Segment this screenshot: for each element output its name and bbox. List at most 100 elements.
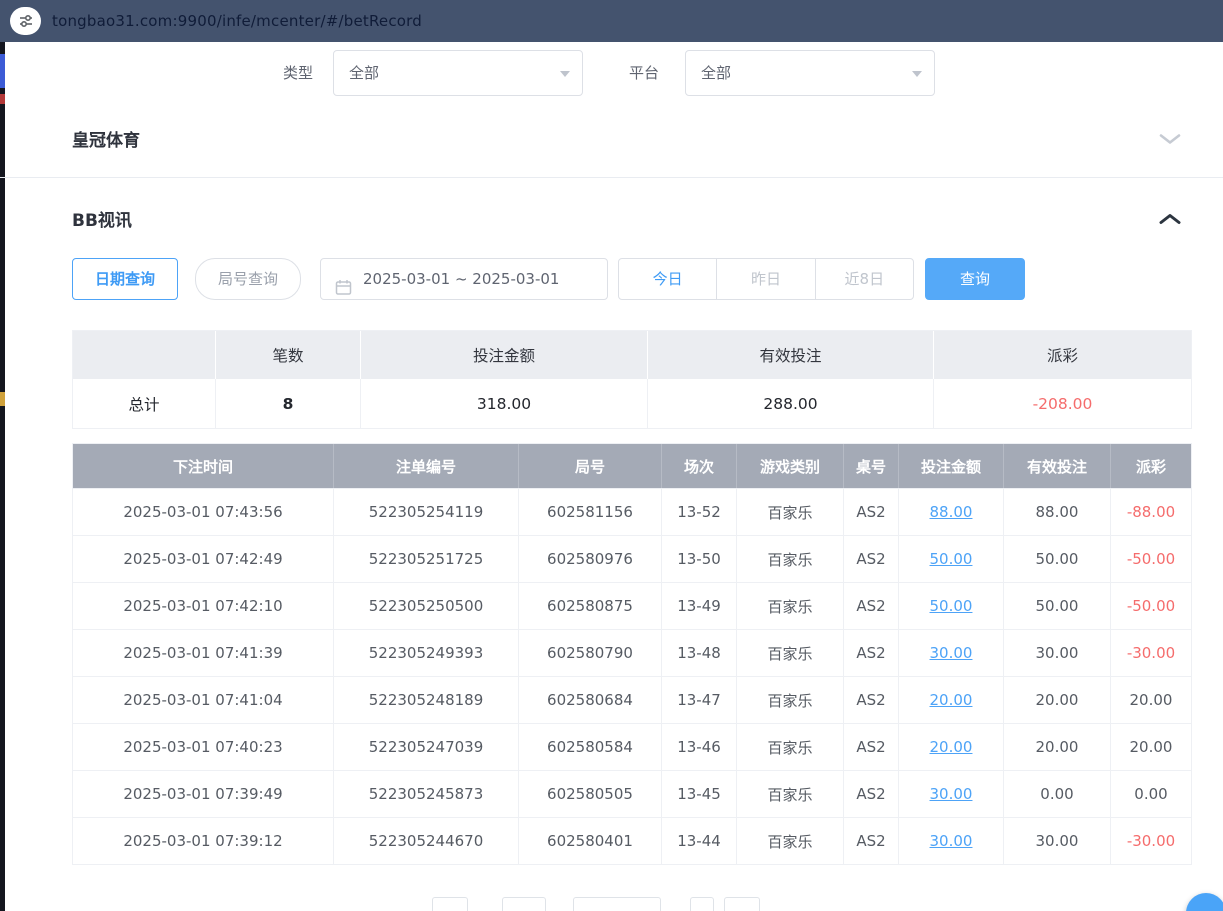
cell-table-no: AS2: [844, 536, 899, 582]
background-app-edge: [0, 42, 5, 911]
edge-speck: [0, 94, 5, 104]
cell-bet-amount-link[interactable]: 88.00: [899, 489, 1004, 535]
cell-table-no: AS2: [844, 771, 899, 817]
site-info-pill[interactable]: [10, 7, 41, 35]
cell-valid-bet: 30.00: [1004, 630, 1111, 676]
summary-total-label: 总计: [73, 379, 216, 428]
date-query-button[interactable]: 日期查询: [72, 258, 178, 300]
cell-game-type: 百家乐: [737, 771, 844, 817]
cell-session: 13-45: [662, 771, 737, 817]
cell-round-no: 602580401: [519, 818, 662, 864]
section-bb-video[interactable]: BB视讯: [72, 206, 132, 231]
cell-round-no: 602581156: [519, 489, 662, 535]
round-query-button[interactable]: 局号查询: [195, 258, 301, 300]
cell-valid-bet: 0.00: [1004, 771, 1111, 817]
col-header-game-type: 游戏类别: [737, 444, 844, 488]
platform-filter-label: 平台: [629, 50, 659, 96]
yesterday-button[interactable]: 昨日: [716, 259, 814, 299]
cell-bet-amount-link[interactable]: 50.00: [899, 583, 1004, 629]
cell-round-no: 602580505: [519, 771, 662, 817]
cell-round-no: 602580684: [519, 677, 662, 723]
cell-game-type: 百家乐: [737, 583, 844, 629]
summary-total-row: 总计 8 318.00 288.00 -208.00: [73, 379, 1191, 428]
pagination-page-button[interactable]: [502, 897, 546, 911]
cell-game-type: 百家乐: [737, 489, 844, 535]
platform-select[interactable]: 全部: [685, 50, 935, 96]
cell-order-no: 522305245873: [334, 771, 519, 817]
cell-table-no: AS2: [844, 818, 899, 864]
cell-table-no: AS2: [844, 630, 899, 676]
cell-order-no: 522305250500: [334, 583, 519, 629]
floating-action-button[interactable]: [1186, 893, 1223, 911]
summary-col-header: 笔数: [216, 331, 361, 379]
bet-table-header-row: 下注时间 注单编号 局号 场次 游戏类别 桌号 投注金额 有效投注 派彩: [73, 444, 1191, 488]
cell-bet-time: 2025-03-01 07:42:10: [73, 583, 334, 629]
cell-bet-amount-link[interactable]: 30.00: [899, 818, 1004, 864]
chevron-up-icon[interactable]: [1159, 210, 1181, 229]
summary-count-value: 8: [216, 379, 361, 428]
cell-order-no: 522305244670: [334, 818, 519, 864]
caret-down-icon: [912, 71, 922, 82]
col-header-session: 场次: [662, 444, 737, 488]
cell-bet-amount-link[interactable]: 30.00: [899, 771, 1004, 817]
cell-payout: -30.00: [1111, 818, 1191, 864]
screen: tongbao31.com:9900/infe/mcenter/#/betRec…: [0, 0, 1223, 911]
cell-order-no: 522305251725: [334, 536, 519, 582]
pagination-prev-button[interactable]: [432, 897, 468, 911]
quick-date-button-group: 今日 昨日 近8日: [618, 258, 914, 300]
pagination-jump-input[interactable]: [724, 897, 760, 911]
cell-bet-amount-link[interactable]: 20.00: [899, 724, 1004, 770]
cell-order-no: 522305254119: [334, 489, 519, 535]
cell-valid-bet: 50.00: [1004, 583, 1111, 629]
chevron-down-icon[interactable]: [1159, 130, 1181, 149]
cell-payout: 20.00: [1111, 677, 1191, 723]
col-header-round-no: 局号: [519, 444, 662, 488]
summary-bet-amount-value: 318.00: [361, 379, 648, 428]
cell-bet-amount-link[interactable]: 50.00: [899, 536, 1004, 582]
cell-bet-amount-link[interactable]: 20.00: [899, 677, 1004, 723]
cell-session: 13-49: [662, 583, 737, 629]
browser-address-bar: tongbao31.com:9900/infe/mcenter/#/betRec…: [0, 0, 1223, 42]
cell-payout: -88.00: [1111, 489, 1191, 535]
cell-payout: -50.00: [1111, 583, 1191, 629]
date-range-input[interactable]: 2025-03-01 ~ 2025-03-01: [320, 258, 608, 300]
table-row: 2025-03-01 07:40:23 522305247039 6025805…: [73, 723, 1191, 770]
cell-session: 13-47: [662, 677, 737, 723]
summary-valid-bet-value: 288.00: [648, 379, 934, 428]
cell-valid-bet: 88.00: [1004, 489, 1111, 535]
col-header-bet-time: 下注时间: [73, 444, 334, 488]
table-row: 2025-03-01 07:39:49 522305245873 6025805…: [73, 770, 1191, 817]
cell-game-type: 百家乐: [737, 724, 844, 770]
today-button[interactable]: 今日: [619, 259, 716, 299]
summary-col-header: 有效投注: [648, 331, 934, 379]
url-text[interactable]: tongbao31.com:9900/infe/mcenter/#/betRec…: [52, 0, 422, 42]
col-header-table-no: 桌号: [844, 444, 899, 488]
table-row: 2025-03-01 07:41:39 522305249393 6025807…: [73, 629, 1191, 676]
cell-order-no: 522305248189: [334, 677, 519, 723]
pagination-next-button[interactable]: [690, 897, 714, 911]
type-select-value: 全部: [349, 51, 379, 95]
cell-round-no: 602580875: [519, 583, 662, 629]
summary-col-header: 投注金额: [361, 331, 648, 379]
summary-header-row: 笔数 投注金额 有效投注 派彩: [73, 331, 1191, 379]
table-row: 2025-03-01 07:41:04 522305248189 6025806…: [73, 676, 1191, 723]
cell-bet-amount-link[interactable]: 30.00: [899, 630, 1004, 676]
bet-table-body: 2025-03-01 07:43:56 522305254119 6025811…: [73, 488, 1191, 864]
cell-game-type: 百家乐: [737, 630, 844, 676]
pagination-size-select[interactable]: [573, 897, 661, 911]
cell-payout: -30.00: [1111, 630, 1191, 676]
calendar-icon: [335, 271, 352, 311]
type-select[interactable]: 全部: [333, 50, 583, 96]
cell-table-no: AS2: [844, 489, 899, 535]
table-row: 2025-03-01 07:42:49 522305251725 6025809…: [73, 535, 1191, 582]
last-8-days-button[interactable]: 近8日: [815, 259, 913, 299]
section-crown-sports[interactable]: 皇冠体育: [72, 126, 140, 151]
cell-valid-bet: 20.00: [1004, 677, 1111, 723]
cell-bet-time: 2025-03-01 07:43:56: [73, 489, 334, 535]
table-row: 2025-03-01 07:42:10 522305250500 6025808…: [73, 582, 1191, 629]
table-row: 2025-03-01 07:43:56 522305254119 6025811…: [73, 488, 1191, 535]
cell-payout: -50.00: [1111, 536, 1191, 582]
cell-bet-time: 2025-03-01 07:39:49: [73, 771, 334, 817]
cell-game-type: 百家乐: [737, 677, 844, 723]
search-button[interactable]: 查询: [925, 258, 1025, 300]
